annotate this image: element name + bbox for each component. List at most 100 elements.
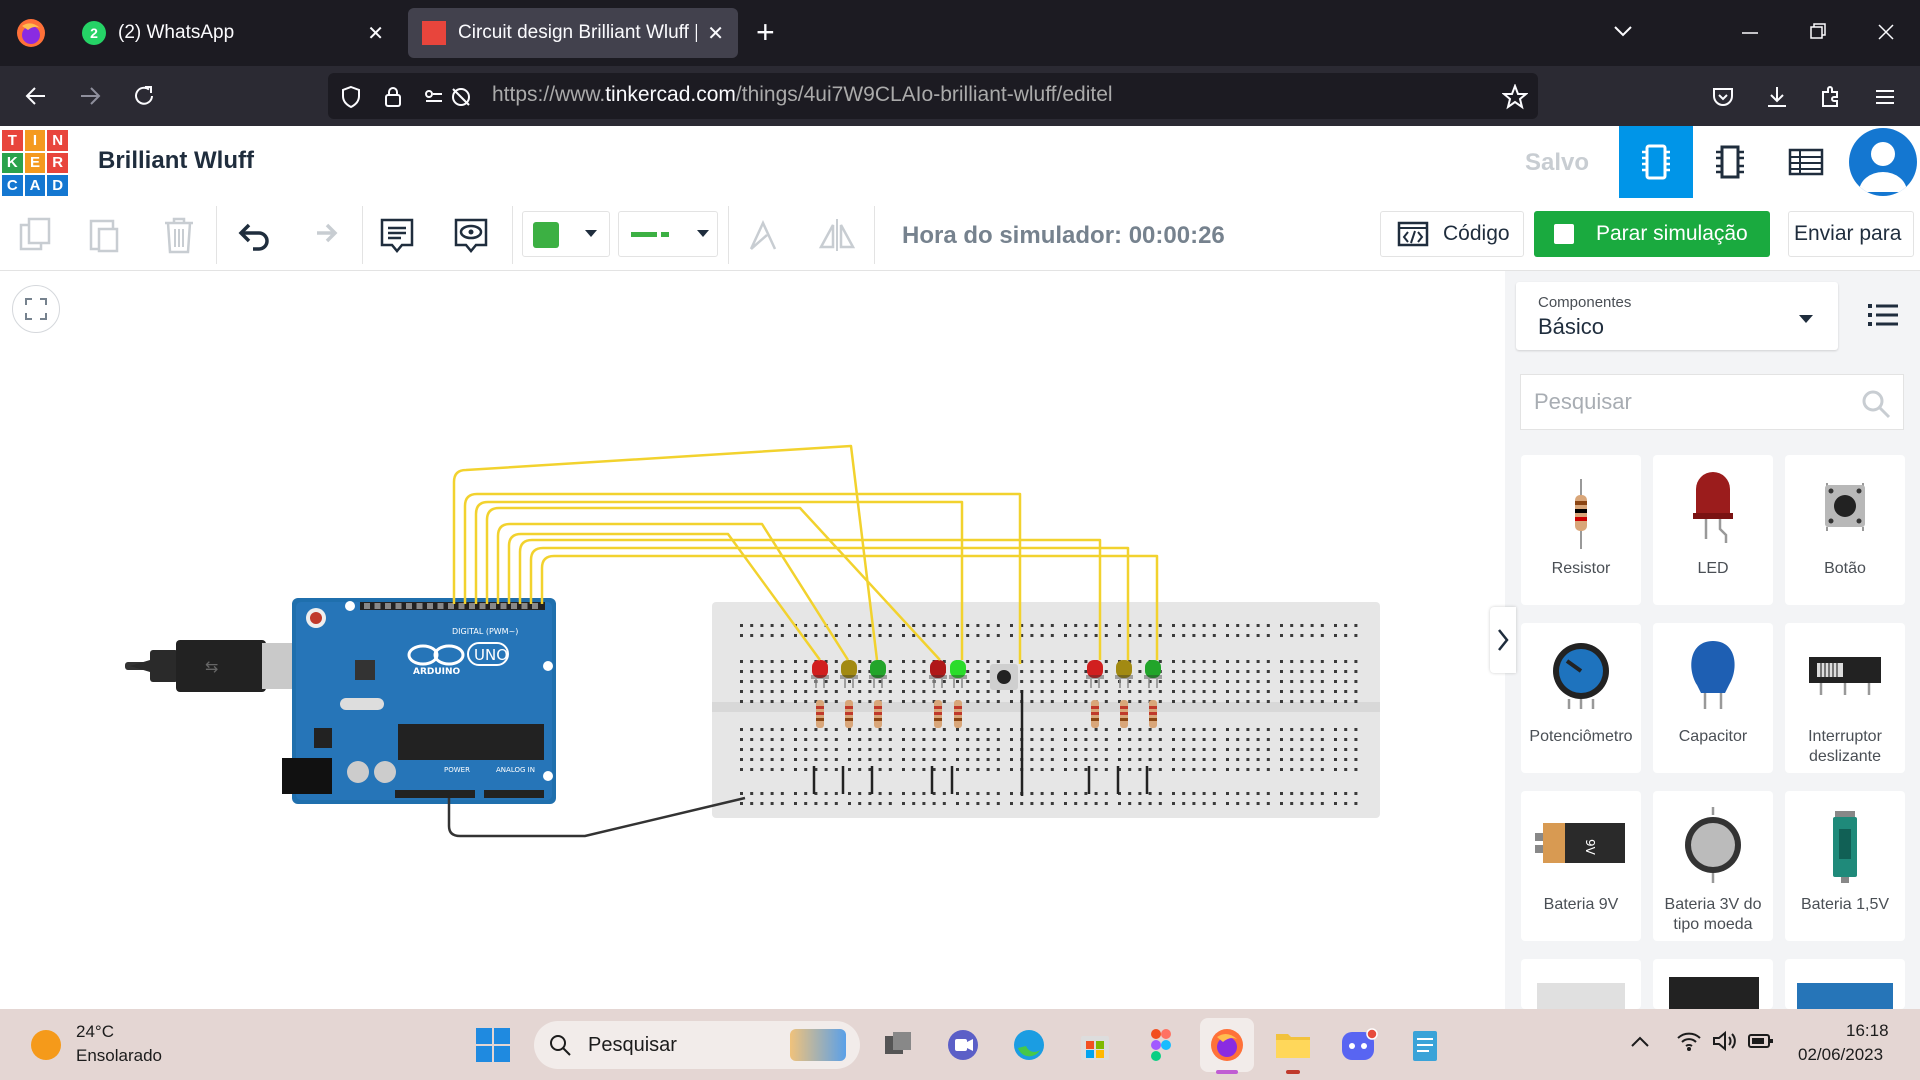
wifi-icon[interactable] (1676, 1030, 1702, 1057)
breadboard-hole (986, 792, 990, 795)
breadboard-hole (848, 768, 851, 771)
breadboard-hole (1226, 802, 1229, 805)
breadboard-hole (1064, 700, 1067, 703)
close-tab-icon[interactable]: ✕ (367, 21, 384, 46)
code-button[interactable]: Código (1380, 211, 1524, 257)
notepad-icon[interactable] (1404, 1024, 1446, 1066)
reload-icon[interactable] (126, 78, 162, 114)
search-input[interactable]: Pesquisar (1520, 374, 1904, 430)
breadboard-hole (794, 768, 797, 771)
figma-icon[interactable] (1140, 1024, 1182, 1066)
back-icon[interactable] (18, 78, 54, 114)
list-tabs-chevron-icon[interactable] (1610, 18, 1636, 50)
component-card-slide-switch[interactable]: Interruptor deslizante (1785, 623, 1905, 773)
whatsapp-icon: 2 (82, 21, 106, 45)
microsoft-store-icon[interactable] (1074, 1024, 1116, 1066)
pocket-icon[interactable] (1710, 84, 1736, 115)
breadboard-hole (1320, 624, 1324, 627)
circuit-drawing[interactable]: ⇆ DIGITAL (PWM~) ARDUINO UNO POWER ANALO… (0, 271, 1505, 1009)
minimize-window-button[interactable] (1738, 20, 1762, 44)
delete-icon[interactable] (156, 212, 202, 258)
breadboard-hole (1344, 758, 1348, 761)
clock-time[interactable]: 16:18 (1846, 1021, 1889, 1041)
component-list-view-button[interactable] (1769, 126, 1843, 198)
copy-icon[interactable] (12, 212, 58, 258)
paste-icon[interactable] (82, 212, 128, 258)
new-tab-button[interactable]: + (756, 14, 775, 51)
extensions-icon[interactable] (1818, 84, 1844, 115)
component-card-partial[interactable] (1653, 959, 1773, 1009)
weather-widget[interactable]: 24°C Ensolarado (28, 1018, 188, 1072)
chevron-down-icon (1799, 315, 1813, 323)
permissions-icon[interactable] (422, 84, 474, 115)
breadboard-hole (1354, 670, 1358, 673)
battery-icon[interactable] (1748, 1033, 1774, 1054)
breadboard-hole (1182, 660, 1186, 663)
show-hidden-icons-chevron-icon[interactable] (1630, 1034, 1650, 1053)
discord-icon[interactable] (1338, 1024, 1380, 1066)
breadboard-hole (858, 758, 862, 761)
wire-style-picker[interactable] (618, 211, 718, 257)
breadboard-hole (770, 634, 774, 637)
component-card-battery-9v[interactable]: 9V Bateria 9V (1521, 791, 1641, 941)
close-tab-icon[interactable]: ✕ (707, 21, 724, 46)
bookmark-star-icon[interactable] (1501, 83, 1529, 115)
shield-icon[interactable] (338, 84, 364, 115)
breadboard-hole (868, 758, 872, 761)
file-explorer-icon[interactable] (1272, 1024, 1314, 1066)
list-view-icon[interactable] (1866, 300, 1900, 334)
color-picker[interactable] (522, 211, 610, 257)
tab-tinkercad[interactable]: Circuit design Brilliant Wluff | Ti ✕ (408, 8, 738, 58)
send-to-button[interactable]: Enviar para (1788, 211, 1914, 257)
breadboard-hole (770, 670, 774, 673)
teams-chat-icon[interactable] (942, 1024, 984, 1066)
component-card-partial[interactable] (1785, 959, 1905, 1009)
volume-icon[interactable] (1712, 1030, 1738, 1057)
breadboard-hole (1266, 624, 1270, 627)
user-avatar[interactable] (1849, 128, 1917, 196)
firefox-taskbar-icon[interactable] (1200, 1018, 1254, 1072)
project-title[interactable]: Brilliant Wluff (98, 147, 254, 175)
component-card-partial[interactable] (1521, 959, 1641, 1009)
app-menu-icon[interactable] (1872, 84, 1898, 115)
components-dropdown[interactable]: Componentes Básico (1516, 282, 1838, 350)
redo-icon[interactable] (300, 212, 346, 258)
downloads-icon[interactable] (1764, 84, 1790, 115)
breadboard[interactable] (712, 602, 1380, 818)
component-card-potentiometer[interactable]: Potenciômetro (1521, 623, 1641, 773)
tab-whatsapp[interactable]: 2 (2) WhatsApp ✕ (68, 8, 398, 58)
flip-icon[interactable] (814, 212, 860, 258)
forward-icon[interactable] (72, 78, 108, 114)
task-view-icon[interactable] (877, 1024, 919, 1066)
stop-simulation-button[interactable]: Parar simulação (1534, 211, 1770, 257)
rotate-icon[interactable] (740, 212, 786, 258)
close-window-button[interactable] (1874, 20, 1898, 44)
component-card-coin-battery[interactable]: Bateria 3V do tipo moeda (1653, 791, 1773, 941)
breadboard-hole (976, 768, 980, 771)
url-text[interactable]: https://www.tinkercad.com/things/4ui7W9C… (492, 83, 1113, 107)
arduino-uno-board[interactable]: DIGITAL (PWM~) ARDUINO UNO POWER ANALOG … (282, 598, 556, 804)
component-card-led[interactable]: LED (1653, 455, 1773, 605)
notes-icon[interactable] (374, 212, 420, 258)
circuit-view-button[interactable] (1619, 126, 1693, 198)
clock-date[interactable]: 02/06/2023 (1798, 1045, 1883, 1065)
restore-window-button[interactable] (1806, 20, 1830, 44)
edge-icon[interactable] (1008, 1024, 1050, 1066)
component-card-capacitor[interactable]: Capacitor (1653, 623, 1773, 773)
breadboard-hole (1280, 634, 1283, 637)
schematic-view-button[interactable] (1693, 126, 1767, 198)
panel-collapse-button[interactable] (1490, 607, 1516, 673)
component-card-button[interactable]: Botão (1785, 455, 1905, 605)
taskbar-search-box[interactable]: Pesquisar (534, 1021, 860, 1069)
undo-icon[interactable] (230, 212, 276, 258)
breadboard-hole (1344, 700, 1348, 703)
component-card-resistor[interactable]: Resistor (1521, 455, 1641, 605)
breadboard-hole (760, 748, 764, 751)
firefox-menu-icon[interactable] (14, 16, 48, 50)
component-card-battery-aa[interactable]: Bateria 1,5V (1785, 791, 1905, 941)
breadboard-hole (1280, 792, 1283, 795)
toggle-notes-visibility-icon[interactable] (448, 212, 494, 258)
lock-icon[interactable] (380, 84, 406, 115)
windows-start-icon[interactable] (472, 1024, 514, 1066)
tinkercad-logo[interactable]: T I N K E R C A D (2, 130, 68, 196)
